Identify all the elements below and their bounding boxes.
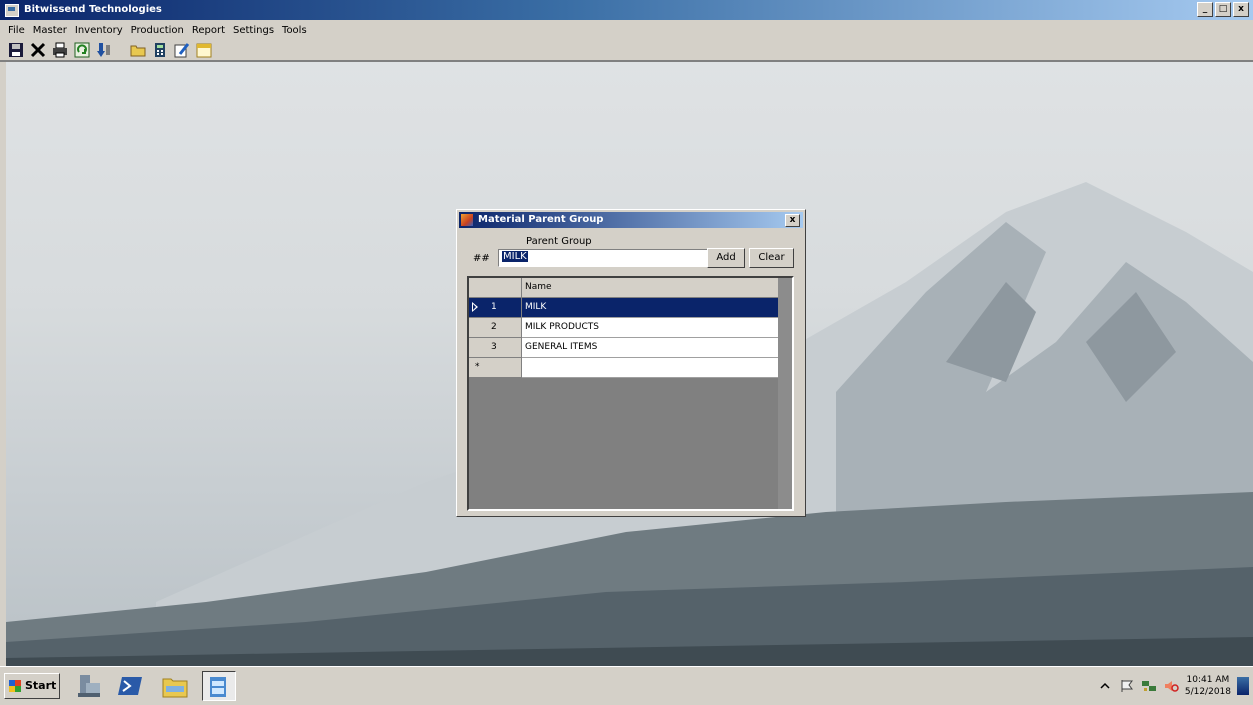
taskbar: Start 10:41 AM 5/12/2018 xyxy=(0,666,1253,704)
menu-bar: File Master Inventory Production Report … xyxy=(0,20,1253,40)
dialog-title-bar: Material Parent Group x xyxy=(459,212,803,228)
print-icon[interactable] xyxy=(52,42,68,58)
column-header-name[interactable]: Name xyxy=(522,278,778,298)
dialog-close-button[interactable]: x xyxy=(785,214,800,227)
system-tray: 10:41 AM 5/12/2018 xyxy=(1097,671,1249,701)
new-row[interactable]: * xyxy=(469,358,778,378)
parent-group-input-value: MILK xyxy=(502,251,528,262)
refresh-icon[interactable] xyxy=(74,42,90,58)
action-center-flag-icon[interactable] xyxy=(1119,679,1135,693)
edit-icon[interactable] xyxy=(174,42,190,58)
toolbar xyxy=(0,40,1253,62)
download-icon[interactable] xyxy=(96,42,112,58)
new-row-marker: * xyxy=(475,362,480,372)
row-header[interactable]: 1 xyxy=(469,298,522,318)
calculator-icon[interactable] xyxy=(152,42,168,58)
dialog-app-icon xyxy=(461,214,473,226)
show-hidden-icons-icon[interactable] xyxy=(1097,679,1113,693)
grid-vertical-scrollbar[interactable] xyxy=(778,278,792,509)
current-row-arrow-icon xyxy=(472,302,478,312)
parent-group-label: Parent Group xyxy=(526,236,592,247)
table-row[interactable]: 3 GENERAL ITEMS xyxy=(469,338,778,358)
menu-tools[interactable]: Tools xyxy=(278,25,311,36)
application-icon[interactable] xyxy=(202,671,236,701)
row-header[interactable]: 3 xyxy=(469,338,522,358)
maximize-button[interactable]: □ xyxy=(1215,2,1231,17)
menu-file[interactable]: File xyxy=(4,25,29,36)
table-row[interactable]: 1 MILK xyxy=(469,298,778,318)
windows-logo-icon xyxy=(9,680,21,692)
calendar-icon[interactable] xyxy=(196,42,212,58)
powershell-icon[interactable] xyxy=(116,671,146,701)
volume-muted-icon[interactable] xyxy=(1163,679,1179,693)
row-header[interactable]: 2 xyxy=(469,318,522,338)
menu-inventory[interactable]: Inventory xyxy=(71,25,127,36)
network-icon[interactable] xyxy=(1141,679,1157,693)
window-title-bar: Bitwissend Technologies _ □ x xyxy=(0,0,1253,20)
clock[interactable]: 10:41 AM 5/12/2018 xyxy=(1185,674,1231,698)
minimize-button[interactable]: _ xyxy=(1197,2,1213,17)
delete-icon[interactable] xyxy=(30,42,46,58)
name-cell[interactable]: MILK xyxy=(522,298,778,318)
menu-production[interactable]: Production xyxy=(127,25,188,36)
dialog-title: Material Parent Group xyxy=(478,214,604,225)
window-controls: _ □ x xyxy=(1197,2,1249,17)
folder-icon[interactable] xyxy=(130,42,146,58)
row-number: 3 xyxy=(491,342,497,352)
name-cell[interactable]: GENERAL ITEMS xyxy=(522,338,778,358)
row-number: 2 xyxy=(491,322,497,332)
window-title: Bitwissend Technologies xyxy=(24,4,162,15)
save-icon[interactable] xyxy=(8,42,24,58)
server-manager-icon[interactable] xyxy=(74,671,104,701)
show-desktop-button[interactable] xyxy=(1237,677,1249,695)
name-cell-new[interactable] xyxy=(522,358,778,378)
grid-corner xyxy=(469,278,522,298)
row-number: 1 xyxy=(491,302,497,312)
menu-settings[interactable]: Settings xyxy=(229,25,278,36)
name-cell[interactable]: MILK PRODUCTS xyxy=(522,318,778,338)
parent-group-grid[interactable]: Name 1 MILK 2 MILK PRODUCTS 3 GENERAL IT… xyxy=(467,276,794,511)
file-explorer-icon[interactable] xyxy=(160,671,190,701)
code-label: ## xyxy=(473,253,490,264)
grid-header: Name xyxy=(469,278,778,298)
row-header[interactable]: * xyxy=(469,358,522,378)
clock-time: 10:41 AM xyxy=(1186,675,1230,685)
clear-button[interactable]: Clear xyxy=(749,248,794,268)
clock-date: 5/12/2018 xyxy=(1184,687,1231,697)
add-button[interactable]: Add xyxy=(707,248,745,268)
app-icon xyxy=(5,4,19,17)
start-label: Start xyxy=(25,679,57,692)
start-button[interactable]: Start xyxy=(4,673,60,699)
material-parent-group-dialog: Material Parent Group x Parent Group ## … xyxy=(456,209,806,517)
table-row[interactable]: 2 MILK PRODUCTS xyxy=(469,318,778,338)
menu-master[interactable]: Master xyxy=(29,25,71,36)
menu-report[interactable]: Report xyxy=(188,25,229,36)
close-button[interactable]: x xyxy=(1233,2,1249,17)
